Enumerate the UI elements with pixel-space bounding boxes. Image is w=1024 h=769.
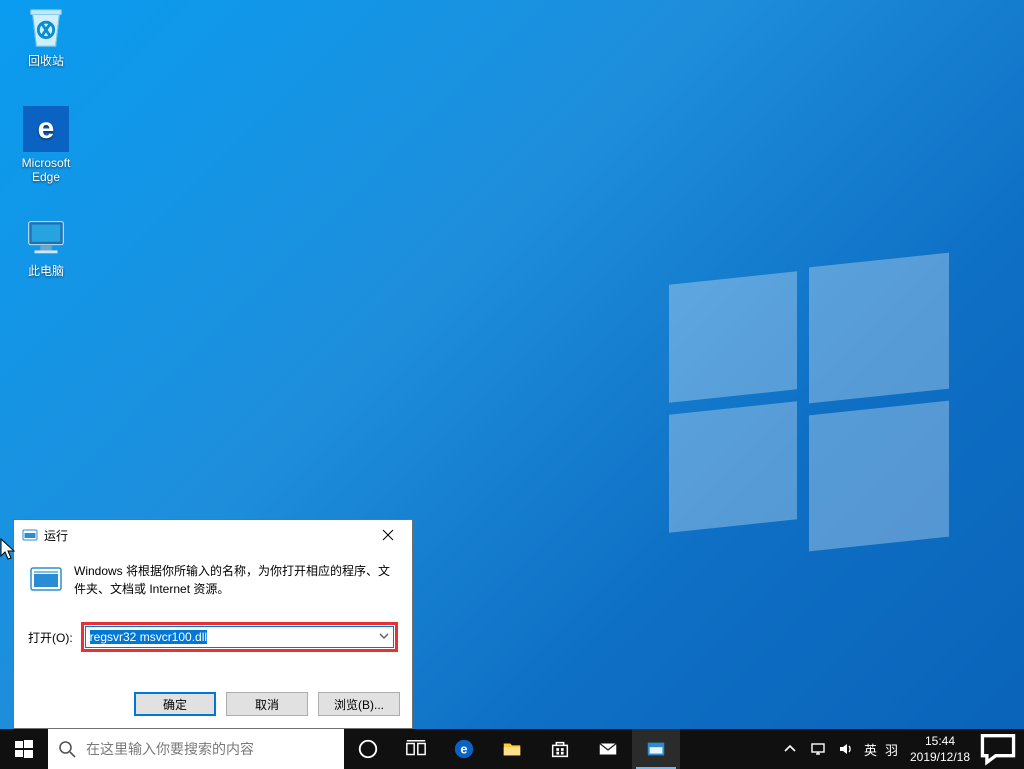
browse-button[interactable]: 浏览(B)... (318, 692, 400, 716)
mouse-cursor-icon (0, 538, 18, 562)
desktop-icon-edge[interactable]: e Microsoft Edge (8, 106, 84, 184)
svg-text:e: e (460, 742, 467, 757)
this-pc-icon (23, 214, 69, 260)
search-placeholder: 在这里输入你要搜索的内容 (86, 739, 254, 759)
system-tray: 英 羽 15:44 2019/12/18 (776, 729, 1024, 769)
edge-icon: e (23, 106, 69, 152)
ime-indicator-lang[interactable]: 英 (860, 740, 881, 759)
windows-logo-icon (15, 740, 33, 758)
open-label: 打开(O): (28, 629, 73, 646)
open-input[interactable] (85, 626, 394, 648)
clock-time: 15:44 (902, 733, 978, 749)
open-highlight-annotation (81, 622, 398, 652)
run-program-icon (28, 562, 64, 598)
edge-icon: e (453, 738, 475, 760)
run-dialog-icon (22, 527, 38, 543)
task-view-icon (405, 738, 427, 760)
search-icon (58, 740, 76, 758)
cancel-button-label: 取消 (255, 696, 279, 713)
volume-tray-icon[interactable] (832, 741, 860, 757)
task-view-button[interactable] (392, 729, 440, 769)
run-window-icon (645, 738, 667, 760)
clock-date: 2019/12/18 (902, 749, 978, 765)
desktop-icon-this-pc[interactable]: 此电脑 (8, 214, 84, 278)
tray-overflow-button[interactable] (776, 741, 804, 757)
close-button[interactable] (368, 522, 408, 548)
volume-icon (838, 741, 854, 757)
run-dialog-title: 运行 (44, 527, 368, 544)
desktop-icon-recycle-bin[interactable]: 回收站 (8, 4, 84, 68)
taskbar-mail[interactable] (584, 729, 632, 769)
wallpaper-windows-logo (669, 260, 949, 540)
taskbar-clock[interactable]: 15:44 2019/12/18 (902, 733, 978, 765)
cortana-button[interactable] (344, 729, 392, 769)
run-dialog-description: Windows 将根据你所输入的名称，为你打开相应的程序、文件夹、文档或 Int… (74, 562, 398, 598)
desktop-icon-label: 回收站 (8, 54, 84, 68)
network-tray-icon[interactable] (804, 741, 832, 757)
close-icon (382, 529, 394, 541)
chevron-up-icon (782, 741, 798, 757)
start-button[interactable] (0, 729, 48, 769)
network-icon (810, 741, 826, 757)
taskbar: 在这里输入你要搜索的内容 e (0, 729, 1024, 769)
ok-button[interactable]: 确定 (134, 692, 216, 716)
cancel-button[interactable]: 取消 (226, 692, 308, 716)
taskbar-store[interactable] (536, 729, 584, 769)
ime-indicator-mode[interactable]: 羽 (881, 740, 902, 759)
ok-button-label: 确定 (163, 696, 187, 713)
run-dialog: 运行 Windows 将根据你所输入的名称，为你打开相应的程序、文件夹、文档或 … (13, 519, 413, 729)
taskbar-run-window[interactable] (632, 729, 680, 769)
recycle-bin-icon (23, 4, 69, 50)
run-dialog-titlebar[interactable]: 运行 (14, 520, 412, 550)
file-explorer-icon (501, 738, 523, 760)
browse-button-label: 浏览(B)... (334, 696, 384, 713)
action-center-button[interactable] (978, 729, 1018, 769)
taskbar-search[interactable]: 在这里输入你要搜索的内容 (48, 729, 344, 769)
notification-icon (978, 729, 1018, 769)
taskbar-file-explorer[interactable] (488, 729, 536, 769)
store-icon (549, 738, 571, 760)
taskbar-edge[interactable]: e (440, 729, 488, 769)
desktop-icon-label: Microsoft Edge (8, 156, 84, 184)
desktop[interactable]: 回收站 e Microsoft Edge 此电脑 运行 (0, 0, 1024, 769)
mail-icon (597, 738, 619, 760)
cortana-icon (357, 738, 379, 760)
desktop-icon-label: 此电脑 (8, 264, 84, 278)
